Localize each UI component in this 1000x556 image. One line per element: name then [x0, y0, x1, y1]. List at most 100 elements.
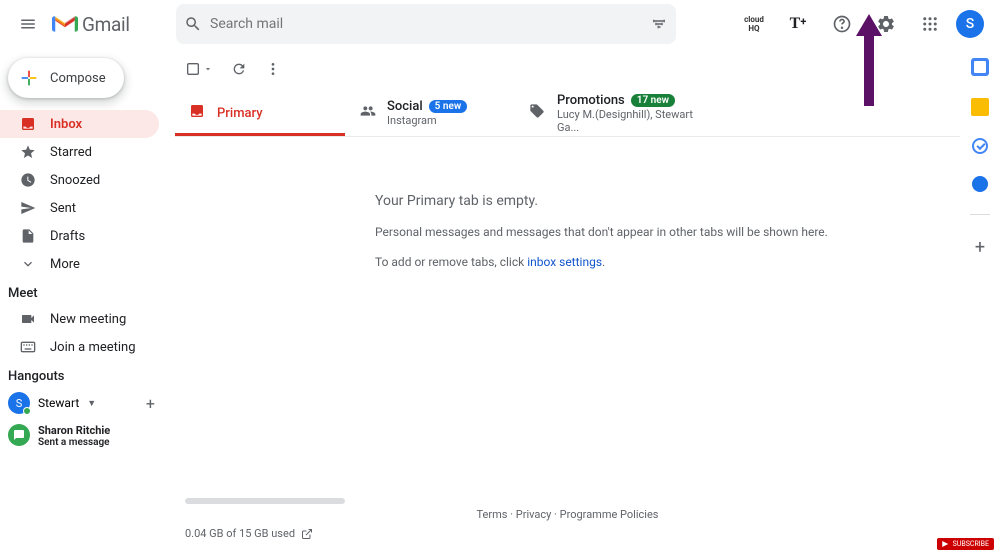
programme-link[interactable]: Programme Policies: [560, 508, 659, 521]
hamburger-icon: [19, 15, 37, 33]
app-name: Gmail: [82, 13, 130, 36]
status-dropdown-icon[interactable]: ▼: [87, 398, 96, 409]
inbox-settings-link[interactable]: inbox settings: [527, 255, 602, 269]
tab-badge: 17 new: [631, 94, 675, 107]
sidebar-item-sent[interactable]: Sent: [0, 194, 159, 222]
subscribe-badge[interactable]: SUBSCRIBE: [937, 538, 994, 550]
nav-label: Starred: [50, 145, 92, 160]
nav-label: Inbox: [50, 117, 82, 132]
settings-button[interactable]: [868, 6, 904, 42]
sidebar-item-join-meeting[interactable]: Join a meeting: [0, 333, 159, 361]
header: Gmail cloudHQ T+ S: [0, 0, 1000, 48]
toolbar: [175, 48, 960, 90]
sidebar-item-new-meeting[interactable]: New meeting: [0, 305, 159, 333]
clock-icon: [20, 172, 36, 188]
footer: Terms · Privacy · Programme Policies 0.0…: [175, 498, 960, 556]
empty-hint: To add or remove tabs, click inbox setti…: [375, 255, 960, 269]
inbox-tabs: Primary Social 5 new Instagram Promotion…: [175, 90, 960, 137]
new-chat-button[interactable]: +: [146, 394, 167, 413]
nav-label: New meeting: [50, 312, 126, 327]
tab-label: Primary: [217, 106, 263, 121]
storage-info: 0.04 GB of 15 GB used: [185, 527, 950, 540]
compose-button[interactable]: Compose: [8, 58, 124, 98]
nav-label: Drafts: [50, 229, 85, 244]
inbox-icon: [20, 116, 36, 132]
nav-label: Sent: [50, 201, 76, 216]
tab-sub: Lucy M.(Designhill), Stewart Ga...: [557, 108, 711, 134]
cloudhq-button[interactable]: cloudHQ: [736, 6, 772, 42]
caret-down-icon[interactable]: [203, 64, 213, 74]
tab-promotions[interactable]: Promotions 17 new Lucy M.(Designhill), S…: [515, 90, 725, 136]
tab-badge: 5 new: [429, 100, 468, 113]
chat-avatar: [8, 424, 30, 446]
help-icon: [832, 14, 852, 34]
apps-button[interactable]: [912, 6, 948, 42]
hangouts-self[interactable]: S Stewart ▼ +: [0, 388, 175, 418]
chat-item[interactable]: Sharon Ritchie Sent a message: [0, 418, 175, 454]
tab-primary[interactable]: Primary: [175, 90, 345, 136]
youtube-play-icon: [942, 541, 950, 547]
storage-text: 0.04 GB of 15 GB used: [185, 527, 295, 540]
horizontal-scrollbar[interactable]: [185, 498, 950, 502]
gmail-icon: [52, 14, 78, 34]
open-link-icon[interactable]: [301, 528, 313, 540]
empty-description: Personal messages and messages that don'…: [375, 225, 960, 239]
hangouts-username: Stewart: [38, 396, 79, 410]
compose-label: Compose: [50, 71, 106, 86]
terms-link[interactable]: Terms: [477, 508, 508, 521]
apps-grid-icon: [921, 15, 939, 33]
sidebar: Compose Inbox Starred Snoozed Sent Draft…: [0, 48, 175, 556]
sidebar-item-drafts[interactable]: Drafts: [0, 222, 159, 250]
search-bar[interactable]: [176, 4, 676, 44]
send-icon: [20, 200, 36, 216]
hangouts-section-label: Hangouts: [0, 361, 175, 388]
tasks-addon[interactable]: [972, 138, 988, 154]
search-icon: [184, 15, 202, 33]
nav-label: Snoozed: [50, 173, 100, 188]
tab-label: Promotions: [557, 93, 625, 108]
star-icon: [20, 144, 36, 160]
online-indicator: [23, 407, 31, 415]
sidebar-item-snoozed[interactable]: Snoozed: [0, 166, 159, 194]
keep-addon[interactable]: [971, 98, 989, 116]
support-button[interactable]: [824, 6, 860, 42]
refresh-icon[interactable]: [231, 61, 247, 77]
get-addons-button[interactable]: +: [975, 237, 985, 258]
gear-icon: [876, 14, 896, 34]
tab-social[interactable]: Social 5 new Instagram: [345, 90, 515, 136]
nav-label: More: [50, 257, 80, 272]
more-icon[interactable]: [265, 61, 281, 77]
select-all-combo[interactable]: [185, 61, 213, 77]
chevron-down-icon: [20, 256, 36, 272]
privacy-link[interactable]: Privacy: [516, 508, 552, 521]
text-tool-button[interactable]: T+: [780, 6, 816, 42]
sidepanel-divider: [970, 214, 990, 215]
search-options-icon[interactable]: [650, 15, 668, 33]
keyboard-icon: [20, 339, 36, 355]
sidebar-item-inbox[interactable]: Inbox: [0, 110, 159, 138]
footer-links: Terms · Privacy · Programme Policies: [185, 508, 950, 521]
tab-label: Social: [387, 99, 423, 114]
main-layout: Compose Inbox Starred Snoozed Sent Draft…: [0, 48, 1000, 556]
sidebar-item-more[interactable]: More: [0, 250, 159, 278]
contacts-addon[interactable]: [972, 176, 988, 192]
draft-icon: [20, 228, 36, 244]
main-menu-button[interactable]: [8, 4, 48, 44]
social-tab-icon: [359, 103, 375, 123]
self-avatar: S: [8, 392, 30, 414]
plus-icon: [18, 67, 40, 89]
video-icon: [20, 311, 36, 327]
side-panel: +: [960, 48, 1000, 556]
tab-sub: Instagram: [387, 114, 467, 127]
search-input[interactable]: [202, 16, 650, 32]
empty-title: Your Primary tab is empty.: [375, 193, 960, 209]
chat-name: Sharon Ritchie: [38, 424, 110, 437]
nav-label: Join a meeting: [50, 340, 136, 355]
calendar-addon[interactable]: [971, 58, 989, 76]
gmail-logo[interactable]: Gmail: [52, 13, 162, 36]
sidebar-item-starred[interactable]: Starred: [0, 138, 159, 166]
account-avatar[interactable]: S: [956, 10, 984, 38]
empty-state: Your Primary tab is empty. Personal mess…: [175, 137, 960, 285]
header-actions: cloudHQ T+ S: [736, 6, 992, 42]
content-area: Primary Social 5 new Instagram Promotion…: [175, 48, 960, 556]
